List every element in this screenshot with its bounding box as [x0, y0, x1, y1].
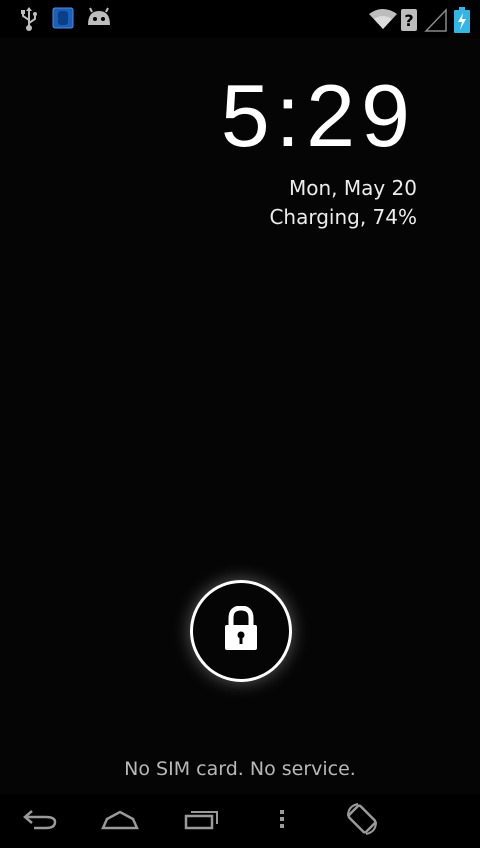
home-icon [100, 808, 140, 834]
carrier-status-text: No SIM card. No service. [124, 758, 356, 780]
unlock-handle[interactable] [190, 580, 292, 682]
signal-icon [424, 8, 448, 36]
home-button[interactable] [98, 802, 142, 840]
status-bar: ? [0, 0, 480, 38]
svg-text:?: ? [404, 11, 413, 30]
menu-icon [279, 809, 285, 833]
lockscreen-date: Mon, May 20 [288, 176, 417, 200]
android-icon [85, 6, 113, 34]
menu-button[interactable] [270, 802, 294, 840]
lock-icon [221, 605, 261, 656]
recent-apps-icon [183, 808, 221, 834]
rotate-button[interactable] [342, 802, 382, 840]
charging-status: Charging, 74% [269, 205, 417, 229]
back-icon [22, 807, 58, 835]
app-notification-icon [52, 6, 74, 34]
rotate-icon [345, 802, 379, 840]
lockscreen-clock: 5:29 [220, 66, 416, 165]
battery-charging-icon [453, 6, 471, 38]
navigation-bar [0, 794, 480, 848]
back-button[interactable] [18, 802, 62, 840]
recent-apps-button[interactable] [180, 802, 224, 840]
unknown-wifi-icon: ? [400, 8, 418, 36]
lock-screen: ? 5:29 Mon, May 20 Charging, 74% No SIM … [0, 0, 480, 848]
usb-icon [18, 6, 40, 36]
wifi-icon [368, 7, 398, 35]
